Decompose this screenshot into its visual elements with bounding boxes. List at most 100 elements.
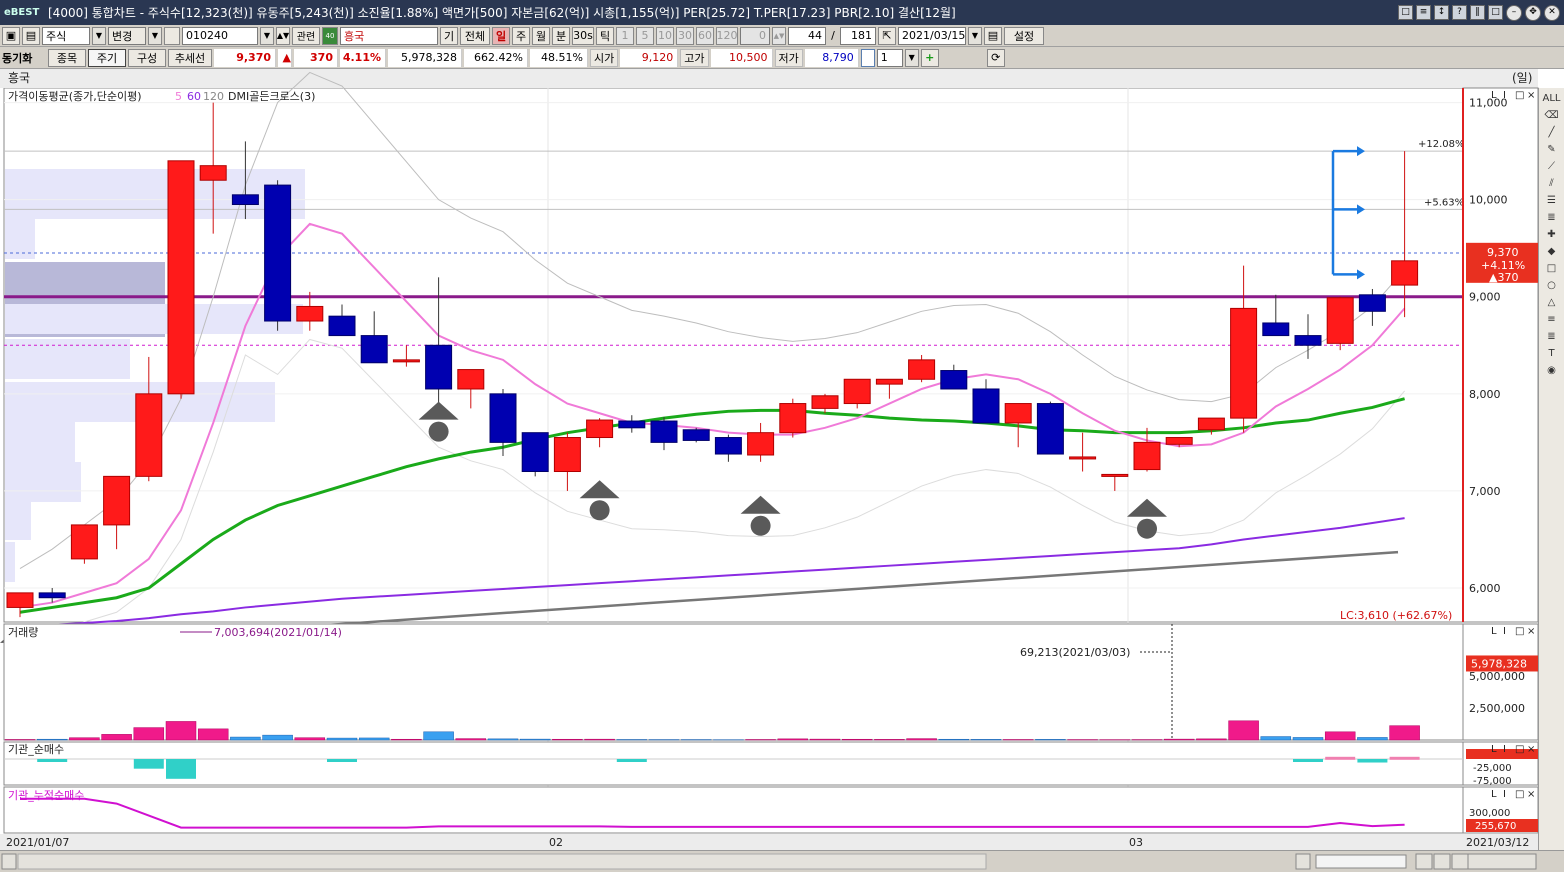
delete-tool-icon[interactable]: ◉ bbox=[1544, 363, 1560, 377]
list-tool-icon[interactable]: ≡ bbox=[1544, 312, 1560, 326]
zoom-next-button[interactable] bbox=[1451, 853, 1469, 870]
code-spin-icon[interactable]: ▲▼ bbox=[276, 26, 290, 45]
volume-bar-27 bbox=[874, 739, 905, 741]
chart-svg[interactable]: 흥국 (일) 11,000 10,000 9,000 8,000 7,000 6,000 +12… bbox=[0, 69, 1564, 850]
tick-count-input[interactable]: 0 bbox=[740, 26, 770, 45]
ma-legend-60: 60 bbox=[187, 90, 201, 103]
zoom-stop-button[interactable] bbox=[1433, 853, 1451, 870]
zoom-magnifier-buttons[interactable] bbox=[1467, 853, 1537, 870]
layout-icon[interactable]: ▣ bbox=[2, 26, 20, 45]
related-button[interactable]: 관련 bbox=[292, 26, 320, 45]
x-axis bbox=[0, 834, 1538, 850]
period-tick-button[interactable]: 틱 bbox=[596, 26, 614, 45]
change-dropdown-icon[interactable]: ▼ bbox=[148, 26, 162, 45]
zoom-prev-button[interactable] bbox=[1415, 853, 1433, 870]
eraser-tool-icon[interactable]: ⌫ bbox=[1544, 108, 1560, 122]
min-120-button[interactable]: 120 bbox=[716, 26, 738, 45]
min-1-button[interactable]: 1 bbox=[616, 26, 634, 45]
volume-tick-1: 2,500,000 bbox=[1469, 702, 1525, 715]
window-btn-6[interactable]: □ bbox=[1488, 4, 1503, 20]
cursor-tool-icon[interactable]: ALL bbox=[1543, 91, 1561, 105]
fan-tool-icon[interactable]: ⟋ bbox=[1544, 159, 1560, 173]
zoom-slider[interactable] bbox=[1315, 854, 1407, 869]
settings-button[interactable]: 설정 bbox=[1004, 26, 1044, 45]
period-month-button[interactable]: 월 bbox=[532, 26, 550, 45]
tab-period[interactable]: 주기 bbox=[88, 48, 126, 67]
refresh-icon[interactable]: ⟳ bbox=[986, 48, 1005, 67]
min-5-button[interactable]: 5 bbox=[636, 26, 654, 45]
spin-checkbox[interactable] bbox=[860, 48, 875, 67]
volume-profile-bar-3 bbox=[5, 304, 303, 334]
add-icon[interactable]: + bbox=[920, 48, 939, 67]
triangle-tool-icon[interactable]: △ bbox=[1544, 295, 1560, 309]
minimize-icon[interactable]: – bbox=[1506, 4, 1522, 21]
text-tool-icon[interactable]: T bbox=[1544, 346, 1560, 360]
sync-label[interactable]: 동기화 bbox=[2, 50, 46, 66]
period-week-button[interactable]: 주 bbox=[512, 26, 530, 45]
date-input[interactable]: 2021/03/15 bbox=[898, 26, 966, 45]
vol-ctrl-3: × bbox=[1527, 626, 1535, 637]
rect-tool-icon[interactable]: □ bbox=[1544, 261, 1560, 275]
stock-code-input[interactable]: 010240 bbox=[182, 26, 258, 45]
tab-compose[interactable]: 구성 bbox=[128, 48, 166, 67]
scroll-left-button[interactable] bbox=[1, 853, 17, 870]
calendar-icon[interactable]: ▤ bbox=[984, 26, 1002, 45]
pencil-tool-icon[interactable]: ✎ bbox=[1544, 142, 1560, 156]
period-day-button[interactable]: 일 bbox=[492, 26, 510, 45]
tick-spin-icon[interactable]: ▲▼ bbox=[772, 26, 786, 45]
line-tool-icon[interactable]: ╱ bbox=[1544, 125, 1560, 139]
volume-bar-38 bbox=[1228, 720, 1259, 741]
stock-name-field[interactable]: 흥국 bbox=[340, 26, 438, 45]
save-layout-icon[interactable]: ▤ bbox=[22, 26, 40, 45]
tab-stock[interactable]: 종목 bbox=[48, 48, 86, 67]
min-30-button[interactable]: 30 bbox=[676, 26, 694, 45]
min-10-button[interactable]: 10 bbox=[656, 26, 674, 45]
candle-0 bbox=[6, 592, 34, 608]
window-btn-5[interactable]: ‖ bbox=[1470, 4, 1485, 20]
period-minute-button[interactable]: 분 bbox=[552, 26, 570, 45]
date-dropdown-icon[interactable]: ▼ bbox=[968, 26, 982, 45]
grid-tool-icon[interactable]: ☰ bbox=[1544, 193, 1560, 207]
volume-rate-value: 662.42% bbox=[464, 48, 528, 67]
volume-bar-14 bbox=[455, 738, 487, 741]
tab-trendline[interactable]: 추세선 bbox=[168, 48, 212, 67]
zoom-fit-icon[interactable]: ⇱ bbox=[878, 26, 896, 45]
volume-bar-26 bbox=[841, 738, 873, 741]
circle-tool-icon[interactable]: ○ bbox=[1544, 278, 1560, 292]
volume-bar-11 bbox=[358, 737, 390, 741]
related-icon[interactable]: 40 bbox=[322, 26, 338, 45]
all-button[interactable]: 전체 bbox=[460, 26, 490, 45]
spin-input[interactable]: 1 bbox=[876, 48, 903, 67]
cross-tool-icon[interactable]: ✚ bbox=[1544, 227, 1560, 241]
min-60-button[interactable]: 60 bbox=[696, 26, 714, 45]
align-tool-icon[interactable]: ≣ bbox=[1544, 329, 1560, 343]
volume-profile-bar-8 bbox=[5, 502, 31, 540]
chart-area[interactable]: 흥국 (일) 11,000 10,000 9,000 8,000 7,000 6,000 +12… bbox=[0, 69, 1564, 850]
window-btn-3[interactable]: ↕ bbox=[1434, 4, 1449, 20]
volume-bar-1 bbox=[36, 738, 68, 741]
blank-toggle[interactable] bbox=[164, 26, 180, 45]
scroll-right-button[interactable] bbox=[1295, 853, 1311, 870]
scrollbar-svg[interactable] bbox=[0, 851, 1564, 872]
marker-tool-icon[interactable]: ◆ bbox=[1544, 244, 1560, 258]
maximize-icon[interactable]: ✥ bbox=[1525, 4, 1541, 21]
window-btn-4[interactable]: ? bbox=[1452, 4, 1467, 20]
chart-scrollbar[interactable] bbox=[0, 850, 1564, 872]
change-select[interactable]: 변경 bbox=[108, 26, 146, 45]
market-select[interactable]: 주식 bbox=[42, 26, 90, 45]
gi-button[interactable]: 기 bbox=[440, 26, 458, 45]
scroll-thumb[interactable] bbox=[17, 853, 987, 870]
view-count-input[interactable]: 44 bbox=[788, 26, 826, 45]
code-dropdown-icon[interactable]: ▼ bbox=[260, 26, 274, 45]
channel-tool-icon[interactable]: ⫽ bbox=[1544, 176, 1560, 190]
window-btn-1[interactable]: □ bbox=[1398, 4, 1413, 20]
period-30s-button[interactable]: 30s bbox=[572, 26, 594, 45]
pct-high-label: +12.08% bbox=[1418, 139, 1465, 150]
volume-current-label: 5,978,328 bbox=[1471, 657, 1527, 670]
fib-tool-icon[interactable]: ≣ bbox=[1544, 210, 1560, 224]
window-btn-2[interactable]: ≡ bbox=[1416, 4, 1431, 20]
close-icon[interactable]: ✕ bbox=[1544, 4, 1560, 21]
spin-dropdown-icon[interactable]: ▼ bbox=[904, 48, 919, 67]
market-dropdown-icon[interactable]: ▼ bbox=[92, 26, 106, 45]
price-axis-label-4: 7,000 bbox=[1469, 485, 1501, 498]
